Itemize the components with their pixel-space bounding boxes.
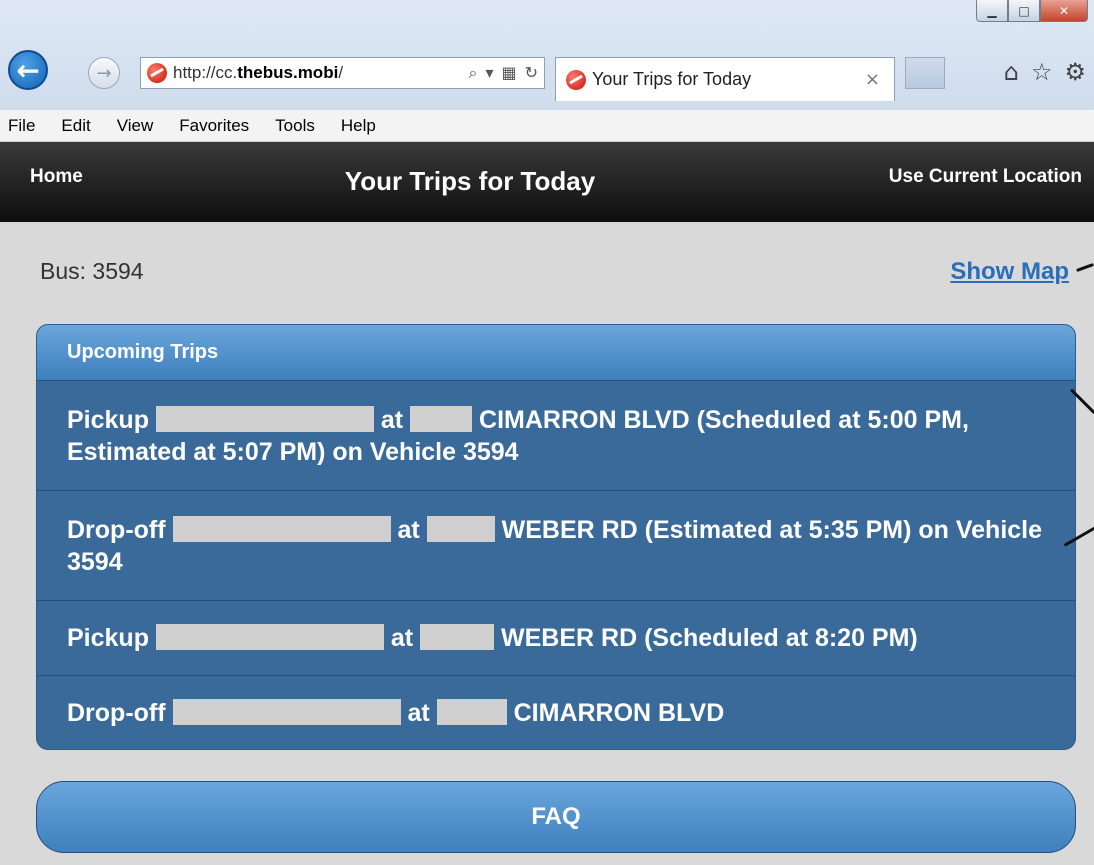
trip-detail: CIMARRON BLVD [513,699,725,727]
menu-file[interactable]: File [8,116,35,136]
trip-action: Drop-off [67,515,166,544]
page-title: Your Trips for Today [344,166,596,196]
trip-detail: WEBER RD (Scheduled at 8:20 PM) [501,624,918,652]
maximize-icon[interactable]: □ [1008,0,1040,22]
site-favicon-icon [147,63,167,83]
refresh-icon[interactable]: ↻ [525,63,538,83]
trip-at: at [390,624,414,652]
window-controls: ▁ □ ✕ [976,0,1088,22]
address-url: http://cc.thebus.mobi/ [173,63,344,82]
browser-chrome: ▁ □ ✕ ← → http://cc.thebus.mobi/ ⌕ ▾ ▦ ↻… [0,0,1094,110]
address-tools: ⌕ ▾ ▦ ↻ [468,63,544,83]
trip-item[interactable]: Pickup at WEBER RD (Scheduled at 8:20 PM… [37,601,1075,676]
menu-help[interactable]: Help [341,116,376,136]
page-header: Home Your Trips for Today Use Current Lo… [0,142,1094,222]
show-map-link[interactable]: Show Map [950,258,1069,286]
faq-button[interactable]: FAQ [36,781,1076,853]
trip-text: Pickup at WEBER RD (Scheduled at 8:20 PM… [67,622,918,654]
upcoming-trips-heading: Upcoming Trips [37,325,1075,381]
menu-tools[interactable]: Tools [275,116,315,136]
redacted-address [420,624,495,650]
minimize-icon[interactable]: ▁ [976,0,1008,22]
trip-item[interactable]: Drop-off at CIMARRON BLVD [37,676,1075,749]
redacted-address [436,699,507,725]
tab-close-icon[interactable]: × [865,69,880,90]
redacted-address [426,515,495,542]
trip-action: Drop-off [67,699,166,727]
redacted-name [172,515,391,542]
bus-number: Bus: 3594 [40,258,144,284]
trip-at: at [380,405,404,434]
menu-bar: File Edit View Favorites Tools Help [0,110,1094,142]
home-icon[interactable]: ⌂ [1004,58,1019,86]
favorites-star-icon[interactable]: ☆ [1031,58,1053,86]
tab-title: Your Trips for Today [592,69,752,89]
redacted-name [155,624,384,650]
upcoming-trips-list: Upcoming Trips Pickup at CIMARRON BLVD (… [36,324,1076,750]
new-tab-button[interactable] [905,57,945,89]
redacted-address [410,405,473,432]
search-icon[interactable]: ⌕ [468,63,477,83]
browser-tools: ⌂ ☆ ⚙ [1004,58,1086,86]
address-bar[interactable]: http://cc.thebus.mobi/ ⌕ ▾ ▦ ↻ [140,57,545,89]
redacted-name [172,699,401,725]
menu-view[interactable]: View [117,116,154,136]
trip-text: Drop-off at CIMARRON BLVD [67,697,724,729]
menu-edit[interactable]: Edit [61,116,90,136]
trip-text: Drop-off at WEBER RD (Estimated at 5:35 … [67,514,1045,578]
tab-active[interactable]: Your Trips for Today × [555,57,895,101]
trip-at: at [397,515,420,544]
trip-item[interactable]: Drop-off at WEBER RD (Estimated at 5:35 … [37,491,1075,601]
tab-favicon-icon [566,69,586,90]
close-window-icon[interactable]: ✕ [1040,0,1088,22]
compat-view-icon[interactable]: ▦ [501,63,516,83]
settings-gear-icon[interactable]: ⚙ [1064,58,1086,86]
trip-at: at [407,699,430,727]
dropdown-icon[interactable]: ▾ [485,63,493,83]
annotation-stroke [1076,263,1094,272]
trip-text: Pickup at CIMARRON BLVD (Scheduled at 5:… [67,404,1045,468]
trip-item[interactable]: Pickup at CIMARRON BLVD (Scheduled at 5:… [37,381,1075,491]
menu-favorites[interactable]: Favorites [179,116,249,136]
redacted-name [155,405,374,432]
trip-action: Pickup [67,405,149,434]
trip-action: Pickup [67,624,149,652]
forward-icon[interactable]: → [88,57,120,89]
use-current-location-link[interactable]: Use Current Location [889,166,1082,188]
back-icon[interactable]: ← [8,50,48,90]
